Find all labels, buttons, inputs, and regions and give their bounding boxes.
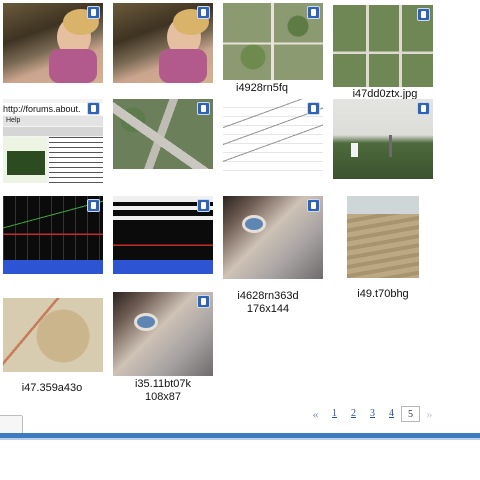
thumbnail-1[interactable] — [3, 3, 103, 83]
caption-dimensions: 176x144 — [246, 303, 290, 315]
bottom-tab[interactable] — [0, 415, 23, 435]
photo-badge-icon — [197, 295, 210, 308]
pagination-next: » — [426, 407, 433, 421]
thumbnail-6[interactable] — [113, 99, 213, 169]
thumbnail-caption[interactable]: i4928rn5fq — [223, 82, 301, 95]
page-link-1[interactable]: 1 — [325, 406, 344, 422]
thumbnail-8[interactable] — [333, 99, 433, 179]
thumbnail-7[interactable] — [223, 99, 323, 175]
caption-dimensions: 108x87 — [144, 391, 182, 403]
map-screenshot-image — [3, 292, 103, 372]
photo-badge-icon — [197, 6, 210, 19]
pagination: « 1 2 3 4 5 » — [306, 405, 439, 423]
thumbnail-3[interactable] — [223, 3, 323, 80]
photo-badge-icon — [417, 102, 430, 115]
thumbnail-9[interactable] — [3, 196, 103, 274]
pagination-prev[interactable]: « — [306, 406, 325, 422]
page-link-2[interactable]: 2 — [344, 406, 363, 422]
photo-badge-icon — [197, 199, 210, 212]
thumbnail-5[interactable]: http://forums.about. Help — [3, 99, 103, 183]
thumbnail-caption[interactable]: i35.11bt07k 108x87 — [113, 378, 213, 404]
caption-text: i49.t70bhg — [357, 288, 409, 300]
photo-badge-icon — [307, 199, 320, 212]
photo-badge-icon — [307, 6, 320, 19]
photo-badge-icon — [197, 102, 210, 115]
caption-text: i4628rn363d — [237, 290, 299, 302]
thumbnail-12[interactable] — [347, 196, 419, 278]
page-current-5: 5 — [401, 406, 420, 422]
caption-text: i4928rn5fq — [236, 82, 288, 94]
thumbnail-2[interactable] — [113, 3, 213, 83]
photo-badge-icon — [87, 199, 100, 212]
thumbnail-caption[interactable]: i4628rn363d 176x144 — [223, 290, 313, 316]
photo-badge-icon — [87, 102, 100, 115]
photo-badge-icon — [417, 8, 430, 21]
thumbnail-4[interactable] — [333, 5, 433, 87]
photo-badge-icon — [307, 102, 320, 115]
snippet-url-text: http://forums.about. — [3, 104, 81, 114]
footer-bar-shadow — [0, 438, 480, 440]
caption-text: i47.359a43o — [21, 382, 83, 394]
thumbnail-11[interactable] — [223, 196, 323, 279]
thumbnail-14[interactable] — [113, 292, 213, 376]
snippet-menu-text: Help — [6, 117, 21, 124]
photo-badge-icon — [87, 6, 100, 19]
thumbnail-13[interactable] — [3, 292, 103, 372]
thumbnail-10[interactable] — [113, 196, 213, 274]
thumbnail-caption[interactable]: i49.t70bhg — [347, 288, 419, 301]
page-link-4[interactable]: 4 — [382, 406, 401, 422]
page-link-3[interactable]: 3 — [363, 406, 382, 422]
caption-text: i35.11bt07k — [134, 378, 192, 390]
thumbnail-caption[interactable]: i47.359a43o — [11, 382, 93, 395]
